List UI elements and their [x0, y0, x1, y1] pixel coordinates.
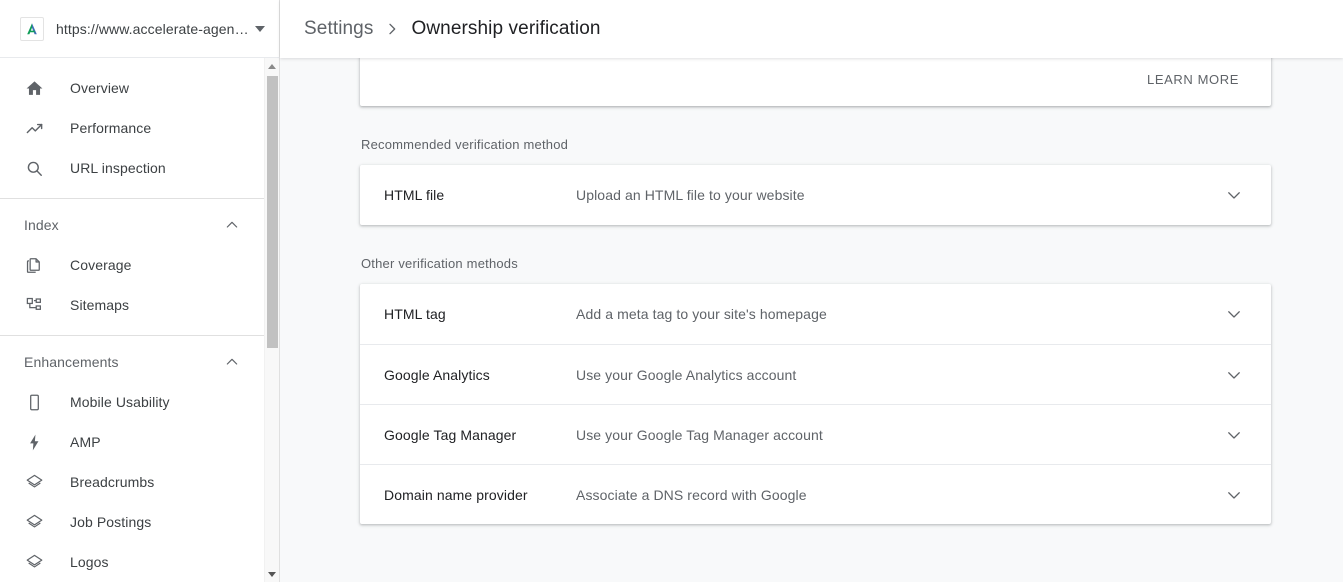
- sidebar-item-label: AMP: [70, 434, 101, 450]
- verification-info-card: Learn more: [360, 58, 1271, 106]
- property-url-label: https://www.accelerate-agen…: [56, 21, 247, 37]
- search-icon: [24, 158, 44, 178]
- sidebar-item-label: URL inspection: [70, 160, 166, 176]
- scrollbar-thumb[interactable]: [267, 76, 278, 348]
- sidebar-item-url-inspection[interactable]: URL inspection: [0, 148, 264, 188]
- method-row-domain-name-provider[interactable]: Domain name provider Associate a DNS rec…: [360, 464, 1271, 524]
- sidebar-item-label: Sitemaps: [70, 297, 129, 313]
- sidebar-item-label: Performance: [70, 120, 151, 136]
- method-row-google-tag-manager[interactable]: Google Tag Manager Use your Google Tag M…: [360, 404, 1271, 464]
- layers-icon: [24, 472, 44, 492]
- sidebar-item-overview[interactable]: Overview: [0, 68, 264, 108]
- property-selector[interactable]: https://www.accelerate-agen…: [0, 0, 280, 58]
- trending-up-icon: [24, 118, 44, 138]
- sidebar-item-label: Overview: [70, 80, 129, 96]
- sidebar-divider: [0, 335, 264, 336]
- chevron-down-icon[interactable]: [1221, 482, 1247, 508]
- recommended-methods-card: HTML file Upload an HTML file to your we…: [360, 165, 1271, 225]
- content-inner: Learn more Recommended verification meth…: [280, 58, 1343, 524]
- page-header: Settings Ownership verification: [280, 0, 1343, 58]
- scroll-down-arrow-icon[interactable]: [265, 566, 279, 582]
- home-icon: [24, 78, 44, 98]
- chevron-down-icon[interactable]: [1221, 301, 1247, 327]
- other-methods-card: HTML tag Add a meta tag to your site's h…: [360, 284, 1271, 524]
- method-name: Domain name provider: [384, 487, 576, 503]
- sidebar-divider: [0, 198, 264, 199]
- sidebar-section-index[interactable]: Index: [0, 205, 264, 245]
- method-description: Add a meta tag to your site's homepage: [576, 306, 1221, 322]
- other-methods-label: Other verification methods: [361, 256, 1271, 271]
- recommended-methods-label: Recommended verification method: [361, 137, 1271, 152]
- layers-icon: [24, 512, 44, 532]
- top-bar: https://www.accelerate-agen… Settings Ow…: [0, 0, 1343, 58]
- method-description: Use your Google Tag Manager account: [576, 427, 1221, 443]
- chevron-up-icon[interactable]: [224, 354, 240, 370]
- method-description: Upload an HTML file to your website: [576, 187, 1221, 203]
- mobile-phone-icon: [24, 392, 44, 412]
- sidebar-item-logos[interactable]: Logos: [0, 542, 264, 582]
- sidebar-item-amp[interactable]: AMP: [0, 422, 264, 462]
- sidebar-item-breadcrumbs[interactable]: Breadcrumbs: [0, 462, 264, 502]
- accelerate-agency-logo-icon: [20, 17, 44, 41]
- method-name: HTML tag: [384, 306, 576, 322]
- chevron-right-icon: [384, 21, 400, 37]
- breadcrumb-settings[interactable]: Settings: [304, 18, 373, 40]
- main-content: Learn more Recommended verification meth…: [280, 58, 1343, 582]
- method-name: HTML file: [384, 187, 576, 203]
- method-description: Use your Google Analytics account: [576, 367, 1221, 383]
- chevron-down-icon[interactable]: [1221, 182, 1247, 208]
- sidebar-item-label: Job Postings: [70, 514, 151, 530]
- sidebar-section-label: Enhancements: [24, 354, 224, 370]
- sidebar-item-sitemaps[interactable]: Sitemaps: [0, 285, 264, 325]
- method-name: Google Tag Manager: [384, 427, 576, 443]
- chevron-down-icon[interactable]: [1221, 362, 1247, 388]
- sidebar-section-label: Index: [24, 217, 224, 233]
- sidebar-scroll-region: Overview Performance: [0, 58, 264, 582]
- page-title: Ownership verification: [411, 18, 600, 40]
- sidebar-section-enhancements[interactable]: Enhancements: [0, 342, 264, 382]
- method-row-google-analytics[interactable]: Google Analytics Use your Google Analyti…: [360, 344, 1271, 404]
- search-console-app: https://www.accelerate-agen… Settings Ow…: [0, 0, 1343, 582]
- pages-copy-icon: [24, 255, 44, 275]
- sidebar-item-job-postings[interactable]: Job Postings: [0, 502, 264, 542]
- layers-icon: [24, 552, 44, 572]
- sidebar-scrollbar[interactable]: [264, 58, 279, 582]
- body-row: Overview Performance: [0, 58, 1343, 582]
- sidebar-navigation: Overview Performance: [0, 58, 280, 582]
- lightning-bolt-icon: [24, 432, 44, 452]
- method-description: Associate a DNS record with Google: [576, 487, 1221, 503]
- sidebar-item-label: Mobile Usability: [70, 394, 170, 410]
- method-row-html-tag[interactable]: HTML tag Add a meta tag to your site's h…: [360, 284, 1271, 344]
- chevron-down-icon[interactable]: [1221, 422, 1247, 448]
- sidebar-item-label: Logos: [70, 554, 109, 570]
- learn-more-button[interactable]: Learn more: [1139, 66, 1247, 93]
- sidebar-item-label: Coverage: [70, 257, 132, 273]
- method-row-html-file[interactable]: HTML file Upload an HTML file to your we…: [360, 165, 1271, 225]
- sidebar-item-mobile-usability[interactable]: Mobile Usability: [0, 382, 264, 422]
- caret-down-icon[interactable]: [255, 26, 265, 32]
- scroll-up-arrow-icon[interactable]: [265, 58, 279, 74]
- sidebar-item-label: Breadcrumbs: [70, 474, 154, 490]
- sidebar-item-performance[interactable]: Performance: [0, 108, 264, 148]
- account-tree-icon: [24, 295, 44, 315]
- sidebar-item-coverage[interactable]: Coverage: [0, 245, 264, 285]
- method-name: Google Analytics: [384, 367, 576, 383]
- chevron-up-icon[interactable]: [224, 217, 240, 233]
